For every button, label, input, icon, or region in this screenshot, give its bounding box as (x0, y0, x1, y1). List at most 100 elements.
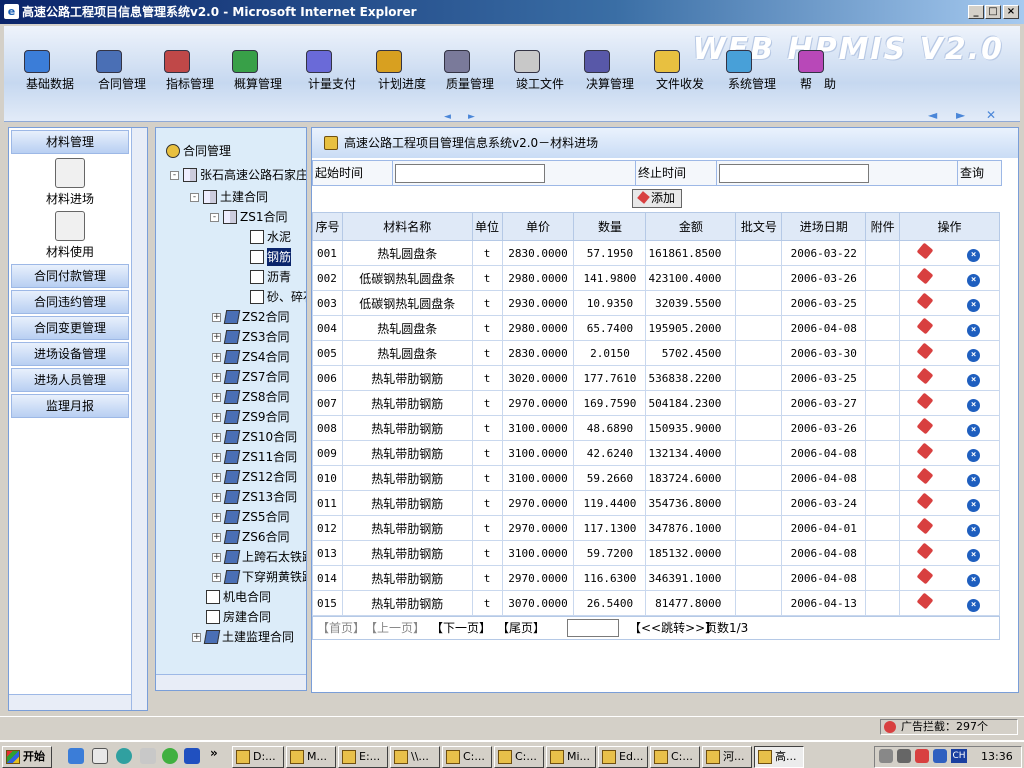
edit-icon[interactable] (916, 442, 934, 459)
expand-icon[interactable]: + (212, 332, 221, 342)
edit-icon[interactable] (916, 317, 934, 334)
tree-contract-2[interactable]: + ZS4合同 (212, 348, 289, 366)
expand-icon[interactable]: + (212, 432, 221, 442)
menu-material-in[interactable]: 材料进场 (9, 158, 131, 207)
expand-icon[interactable]: + (212, 312, 221, 322)
expand-icon[interactable]: + (212, 412, 221, 422)
expand-icon[interactable]: + (212, 572, 221, 582)
delete-icon[interactable]: × (967, 373, 981, 387)
topnav-item-10[interactable]: 系统管理 (718, 50, 788, 92)
tree-material-3[interactable]: 砂、碎石 (250, 288, 306, 306)
expand-icon[interactable]: + (212, 472, 221, 482)
window-titlebar[interactable]: e 高速公路工程项目信息管理系统v2.0 - Microsoft Interne… (0, 0, 1024, 24)
tree-contract-0[interactable]: + ZS2合同 (212, 308, 289, 326)
banner-prev-icon[interactable]: ◄ (444, 112, 451, 121)
speaker-icon[interactable] (879, 749, 893, 763)
expand-icon[interactable]: + (212, 512, 221, 522)
nav-close-icon[interactable]: ✕ (986, 108, 996, 121)
tree-contract-9[interactable]: + ZS13合同 (212, 488, 297, 506)
tree-contract-4[interactable]: + ZS8合同 (212, 388, 289, 406)
ie-quicklaunch-icon[interactable] (68, 748, 84, 764)
edit-icon[interactable] (916, 417, 934, 434)
topnav-item-6[interactable]: 质量管理 (436, 50, 506, 92)
tree-material-0[interactable]: 水泥 (250, 228, 291, 246)
minimize-button[interactable]: _ (968, 5, 984, 19)
topnav-item-3[interactable]: 概算管理 (224, 50, 294, 92)
topnav-item-8[interactable]: 决算管理 (576, 50, 646, 92)
topnav-item-9[interactable]: 文件收发 (646, 50, 716, 92)
expand-icon[interactable]: + (212, 492, 221, 502)
edit-icon[interactable] (916, 242, 934, 259)
topnav-item-4[interactable]: 计量支付 (298, 50, 368, 92)
topnav-item-1[interactable]: 合同管理 (88, 50, 158, 92)
tree-contract-1[interactable]: + ZS3合同 (212, 328, 289, 346)
network-icon[interactable] (897, 749, 911, 763)
tree-project[interactable]: - 张石高速公路石家庄 (170, 166, 306, 184)
edit-icon[interactable] (916, 367, 934, 384)
task-button-8[interactable]: C:... (650, 746, 700, 768)
topnav-item-7[interactable]: 竣工文件 (506, 50, 576, 92)
tray-app-icon[interactable] (933, 749, 947, 763)
delete-icon[interactable]: × (967, 273, 981, 287)
tree-contract-12[interactable]: + 上跨石太铁路 (212, 548, 306, 566)
delete-icon[interactable]: × (967, 498, 981, 512)
expand-icon[interactable]: + (212, 552, 221, 562)
expand-icon[interactable]: + (212, 392, 221, 402)
add-button[interactable]: 添加 (632, 189, 682, 208)
collapse-icon[interactable]: - (190, 192, 199, 202)
delete-icon[interactable]: × (967, 398, 981, 412)
tree-mech[interactable]: 机电合同 (206, 588, 271, 606)
nav-forward-icon[interactable]: ► (956, 108, 965, 121)
edit-icon[interactable] (916, 267, 934, 284)
expand-icon[interactable]: + (212, 352, 221, 362)
menu-contract-payment[interactable]: 合同付款管理 (11, 264, 129, 288)
tree-contract-5[interactable]: + ZS9合同 (212, 408, 289, 426)
end-time-input[interactable] (719, 164, 869, 183)
task-button-4[interactable]: C:... (442, 746, 492, 768)
tree-root[interactable]: 合同管理 (166, 142, 231, 160)
banner-next-icon[interactable]: ► (468, 112, 475, 121)
expand-icon[interactable]: + (212, 452, 221, 462)
expand-icon[interactable]: + (212, 532, 221, 542)
task-button-6[interactable]: Mi... (546, 746, 596, 768)
delete-icon[interactable]: × (967, 523, 981, 537)
left-vertical-scrollbar[interactable] (131, 128, 147, 710)
tree-material-1[interactable]: 钢筋 (250, 248, 292, 266)
edit-icon[interactable] (916, 342, 934, 359)
expand-icon[interactable]: + (192, 632, 201, 642)
task-button-9[interactable]: 河... (702, 746, 752, 768)
tree-zs1[interactable]: - ZS1合同 (210, 208, 287, 226)
tree-contract-8[interactable]: + ZS12合同 (212, 468, 297, 486)
tree-contract-6[interactable]: + ZS10合同 (212, 428, 297, 446)
app-quicklaunch-icon[interactable] (184, 748, 200, 764)
language-indicator[interactable]: CH (951, 749, 967, 763)
collapse-icon[interactable]: - (170, 170, 179, 180)
start-button[interactable]: 开始 (2, 746, 52, 768)
tree-contract-10[interactable]: + ZS5合同 (212, 508, 289, 526)
edit-icon[interactable] (916, 492, 934, 509)
tree-civil[interactable]: - 土建合同 (190, 188, 268, 206)
task-button-0[interactable]: D:... (232, 746, 284, 768)
edit-icon[interactable] (916, 542, 934, 559)
pager-next[interactable]: 【下一页】 (431, 617, 491, 639)
edit-icon[interactable] (916, 517, 934, 534)
edit-icon[interactable] (916, 567, 934, 584)
topnav-item-11[interactable]: 帮 助 (790, 50, 860, 92)
tree-material-2[interactable]: 沥青 (250, 268, 291, 286)
chat-quicklaunch-icon[interactable] (162, 748, 178, 764)
expand-icon[interactable]: + (212, 372, 221, 382)
edit-icon[interactable] (916, 592, 934, 609)
page-jump-input[interactable] (567, 619, 619, 637)
start-time-input[interactable] (395, 164, 545, 183)
menu-material-use[interactable]: 材料使用 (9, 211, 131, 260)
task-button-10[interactable]: 高... (754, 746, 804, 768)
menu-contract-breach[interactable]: 合同违约管理 (11, 290, 129, 314)
tree-house[interactable]: 房建合同 (206, 608, 271, 626)
security-icon[interactable] (915, 749, 929, 763)
pager-prev[interactable]: 【上一页】 (365, 617, 425, 639)
topnav-item-2[interactable]: 指标管理 (156, 50, 226, 92)
tree-contract-11[interactable]: + ZS6合同 (212, 528, 289, 546)
media-quicklaunch-icon[interactable] (116, 748, 132, 764)
delete-icon[interactable]: × (967, 598, 981, 612)
query-button[interactable]: 查询 (957, 161, 1003, 185)
